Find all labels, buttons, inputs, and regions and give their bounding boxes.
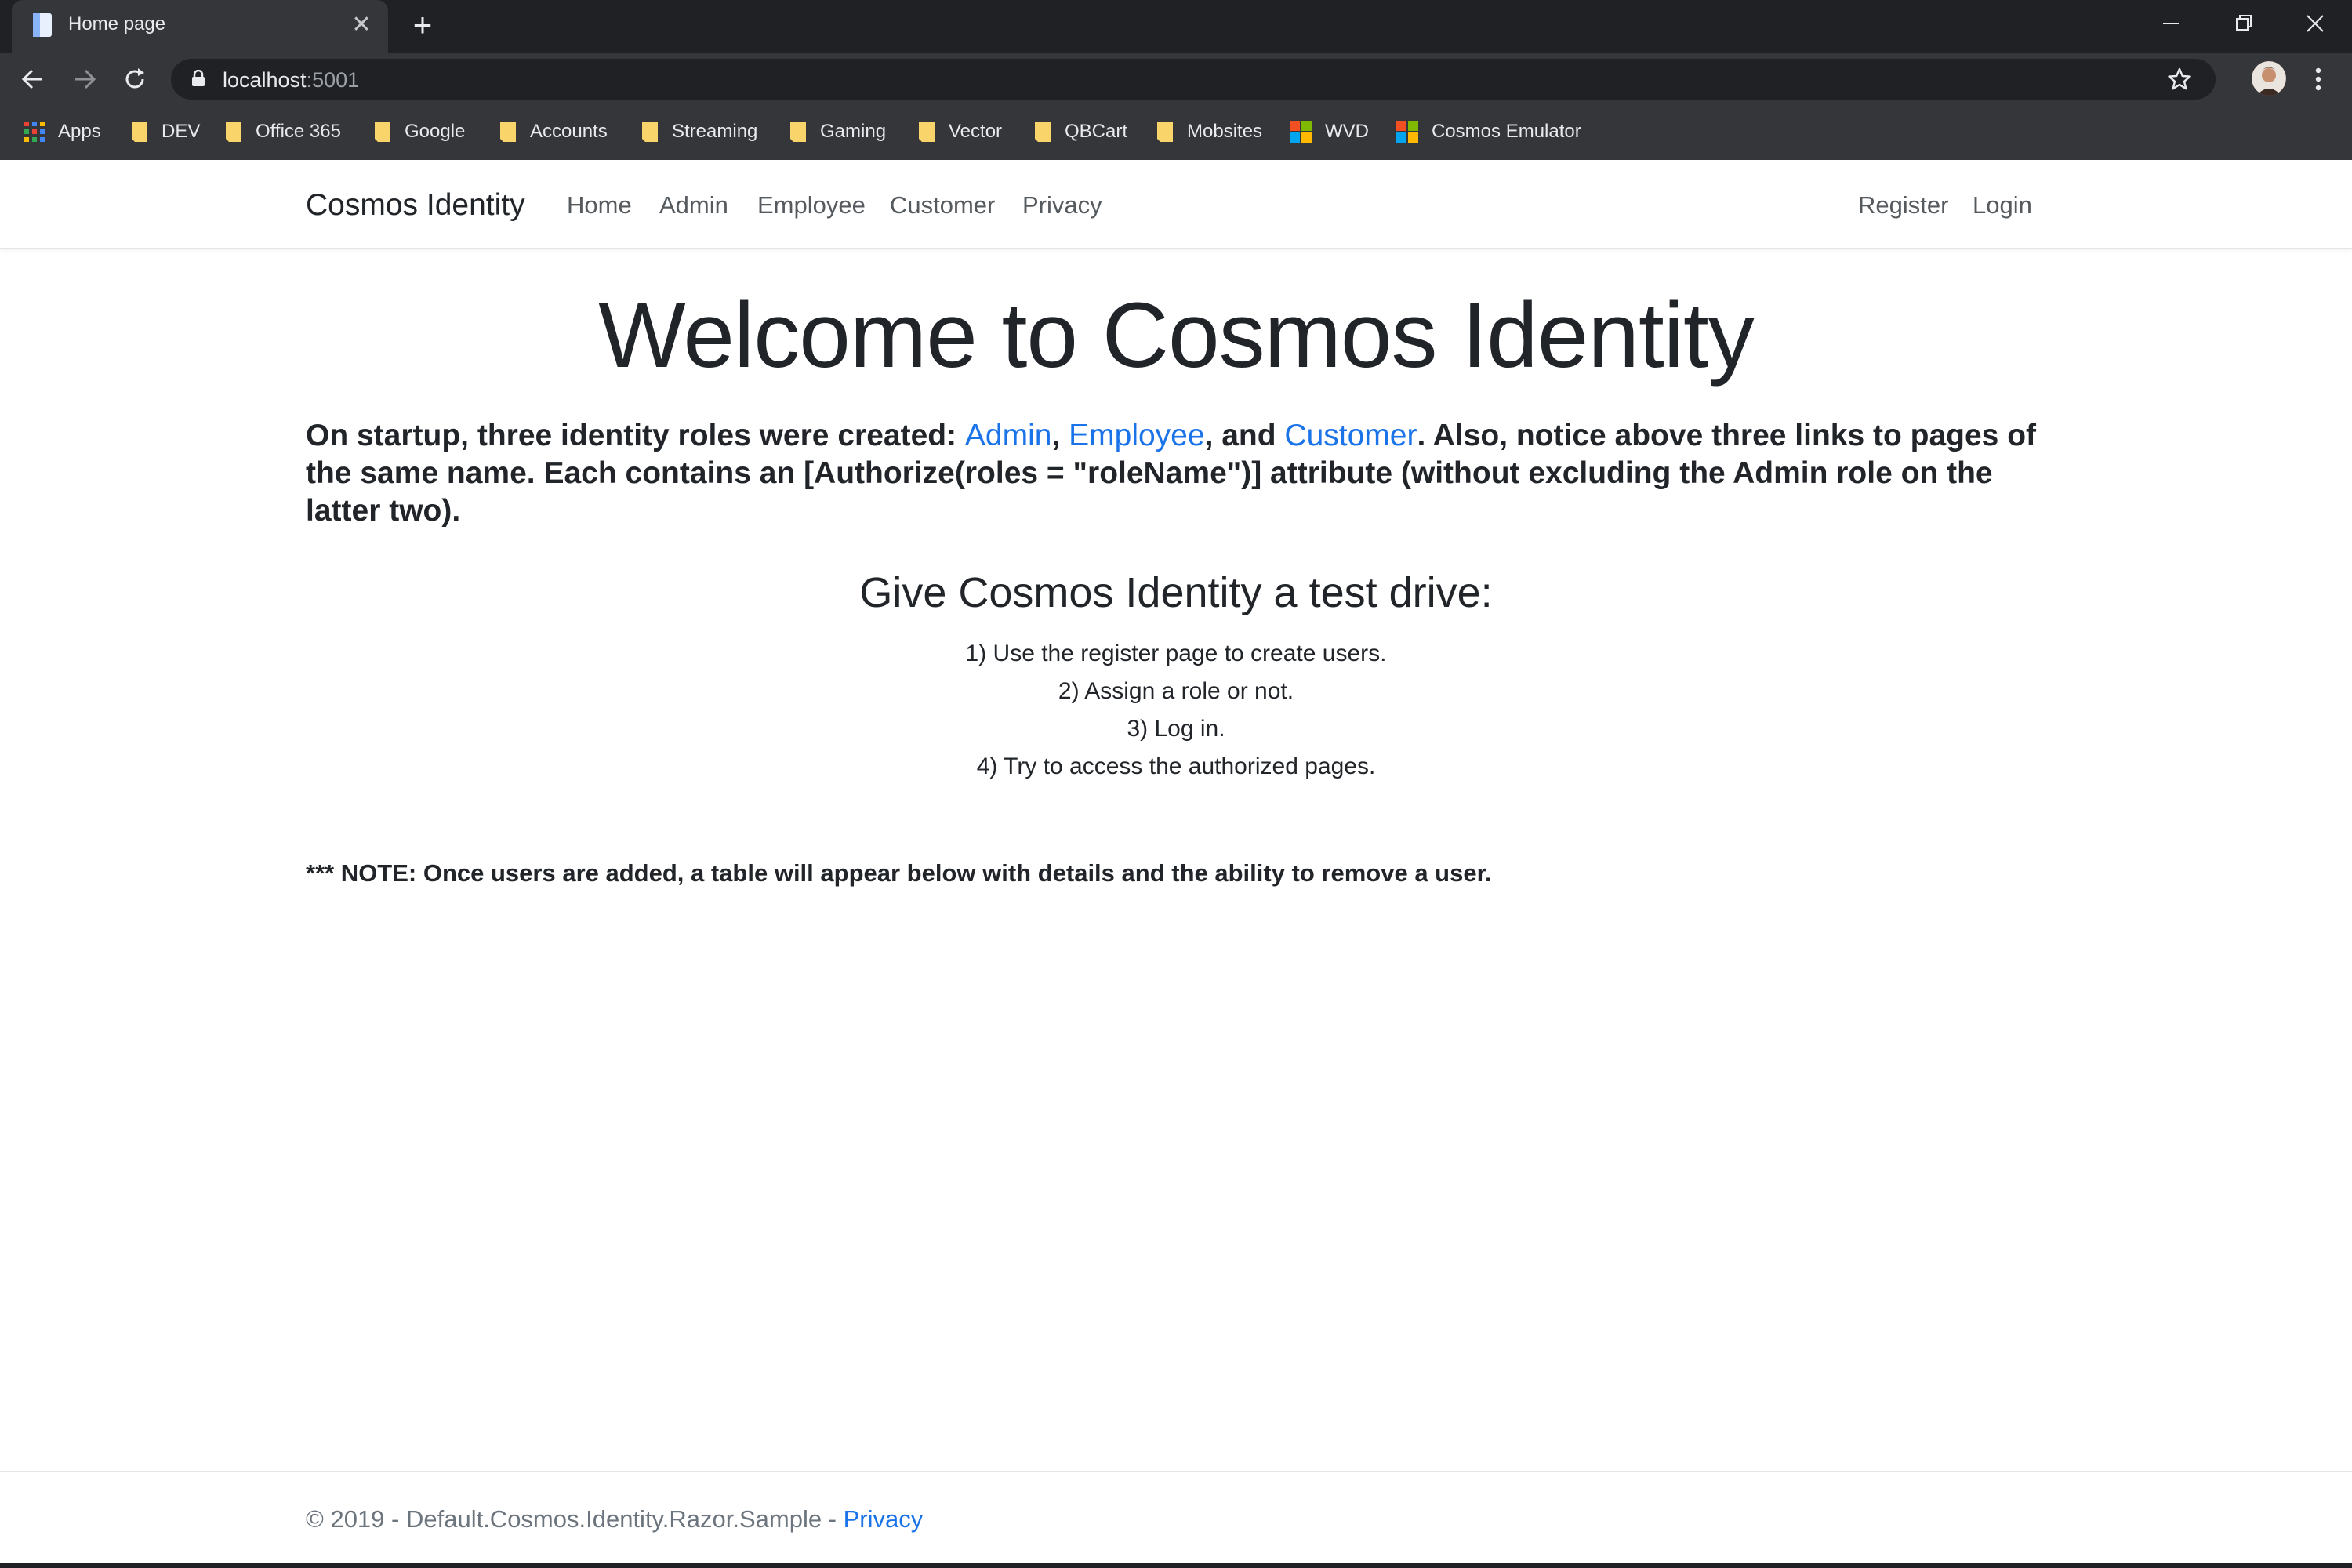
folder-icon — [226, 122, 241, 142]
bookmark-folder-streaming[interactable]: Streaming — [641, 116, 757, 147]
lock-icon — [192, 70, 205, 86]
browser-toolbar: localhost:5001 — [0, 53, 2352, 105]
taskbar-edge — [0, 1563, 2352, 1568]
nav-link-register[interactable]: Register — [1858, 191, 1948, 220]
page-title: Welcome to Cosmos Identity — [598, 284, 1755, 387]
bookmark-apps[interactable]: Apps — [24, 116, 101, 147]
bookmark-folder-dev[interactable]: DEV — [130, 116, 200, 147]
bookmark-wvd[interactable]: WVD — [1289, 116, 1369, 147]
bookmark-folder-google[interactable]: Google — [373, 116, 465, 147]
bookmark-label: Office 365 — [256, 121, 341, 142]
bookmark-folder-gaming[interactable]: Gaming — [789, 116, 886, 147]
bookmark-folder-accounts[interactable]: Accounts — [499, 116, 608, 147]
footer-copyright: © 2019 - Default.Cosmos.Identity.Razor.S… — [306, 1505, 844, 1533]
nav-link-customer[interactable]: Customer — [890, 191, 995, 220]
forward-icon[interactable] — [69, 64, 100, 95]
folder-icon — [919, 122, 935, 142]
bookmark-star-icon[interactable] — [2167, 67, 2192, 92]
intro-paragraph: On startup, three identity roles were cr… — [306, 417, 2062, 530]
browser-tabstrip: Home page ✕ + — [0, 0, 2352, 53]
page-footer: © 2019 - Default.Cosmos.Identity.Razor.S… — [306, 1505, 923, 1534]
intro-separator: , — [1051, 419, 1069, 452]
step-item: 1) Use the register page to create users… — [965, 641, 1387, 666]
profile-avatar[interactable] — [2252, 61, 2286, 96]
bookmark-folder-office365[interactable]: Office 365 — [224, 116, 341, 147]
footer-privacy-link[interactable]: Privacy — [844, 1505, 924, 1533]
folder-icon — [132, 122, 147, 142]
footer-divider — [0, 1471, 2352, 1472]
role-link-employee[interactable]: Employee — [1069, 419, 1204, 452]
bookmark-label: Apps — [58, 121, 101, 142]
bookmark-folder-vector[interactable]: Vector — [917, 116, 1002, 147]
url-host: localhost — [223, 68, 307, 92]
bookmark-label: Cosmos Emulator — [1432, 121, 1581, 142]
close-window-icon[interactable] — [2297, 8, 2333, 39]
nav-link-login[interactable]: Login — [1973, 191, 2032, 220]
reload-icon[interactable] — [119, 64, 151, 95]
apps-grid-icon — [24, 122, 45, 142]
folder-icon — [500, 122, 516, 142]
role-link-customer[interactable]: Customer — [1284, 419, 1417, 452]
back-icon[interactable] — [17, 64, 49, 95]
intro-prefix: On startup, three identity roles were cr… — [306, 419, 965, 452]
restore-icon[interactable] — [2225, 8, 2261, 39]
step-item: 4) Try to access the authorized pages. — [976, 753, 1376, 779]
browser-tab[interactable]: Home page ✕ — [12, 0, 388, 53]
bookmark-label: QBCart — [1065, 121, 1128, 142]
microsoft-logo-icon — [1290, 121, 1312, 143]
minimize-icon[interactable] — [2153, 8, 2189, 39]
site-navbar: Cosmos Identity Home Admin Employee Cust… — [0, 160, 2352, 249]
bookmark-label: WVD — [1325, 121, 1369, 142]
nav-link-privacy[interactable]: Privacy — [1022, 191, 1102, 220]
folder-icon — [375, 122, 390, 142]
bookmarks-bar: Apps DEV Office 365 Google Accounts Stre… — [0, 105, 2352, 161]
folder-icon — [1157, 122, 1173, 142]
test-drive-heading: Give Cosmos Identity a test drive: — [859, 569, 1493, 616]
page-favicon-icon — [33, 13, 52, 37]
profile-avatar-icon — [2252, 61, 2286, 96]
folder-icon — [1035, 122, 1051, 142]
bookmark-cosmos-emulator[interactable]: Cosmos Emulator — [1396, 116, 1581, 147]
step-item: 2) Assign a role or not. — [1058, 678, 1294, 704]
url-text: localhost:5001 — [223, 68, 359, 93]
bookmark-folder-qbcart[interactable]: QBCart — [1033, 116, 1127, 147]
step-item: 3) Log in. — [1127, 716, 1225, 742]
nav-link-employee[interactable]: Employee — [757, 191, 866, 220]
bookmark-label: Mobsites — [1187, 121, 1263, 142]
bookmark-label: DEV — [162, 121, 201, 142]
navbar-brand[interactable]: Cosmos Identity — [306, 188, 525, 223]
address-bar[interactable]: localhost:5001 — [171, 59, 2216, 100]
bookmark-label: Streaming — [672, 121, 758, 142]
url-port: :5001 — [306, 68, 360, 92]
bookmark-folder-mobsites[interactable]: Mobsites — [1156, 116, 1262, 147]
bookmark-label: Vector — [949, 121, 1003, 142]
new-tab-button[interactable]: + — [406, 9, 439, 42]
kebab-menu-icon[interactable] — [2308, 64, 2328, 95]
nav-link-home[interactable]: Home — [567, 191, 632, 220]
bookmark-label: Google — [405, 121, 466, 142]
intro-separator: , and — [1204, 419, 1285, 452]
bookmark-label: Gaming — [820, 121, 887, 142]
bookmark-label: Accounts — [530, 121, 608, 142]
steps-list: 1) Use the register page to create users… — [0, 635, 2352, 786]
folder-icon — [642, 122, 658, 142]
users-note: *** NOTE: Once users are added, a table … — [306, 859, 1492, 887]
nav-link-admin[interactable]: Admin — [659, 191, 728, 220]
microsoft-logo-icon — [1396, 121, 1418, 143]
tab-title: Home page — [68, 13, 166, 34]
tab-close-icon[interactable]: ✕ — [347, 11, 376, 39]
role-link-admin[interactable]: Admin — [965, 419, 1052, 452]
folder-icon — [790, 122, 806, 142]
